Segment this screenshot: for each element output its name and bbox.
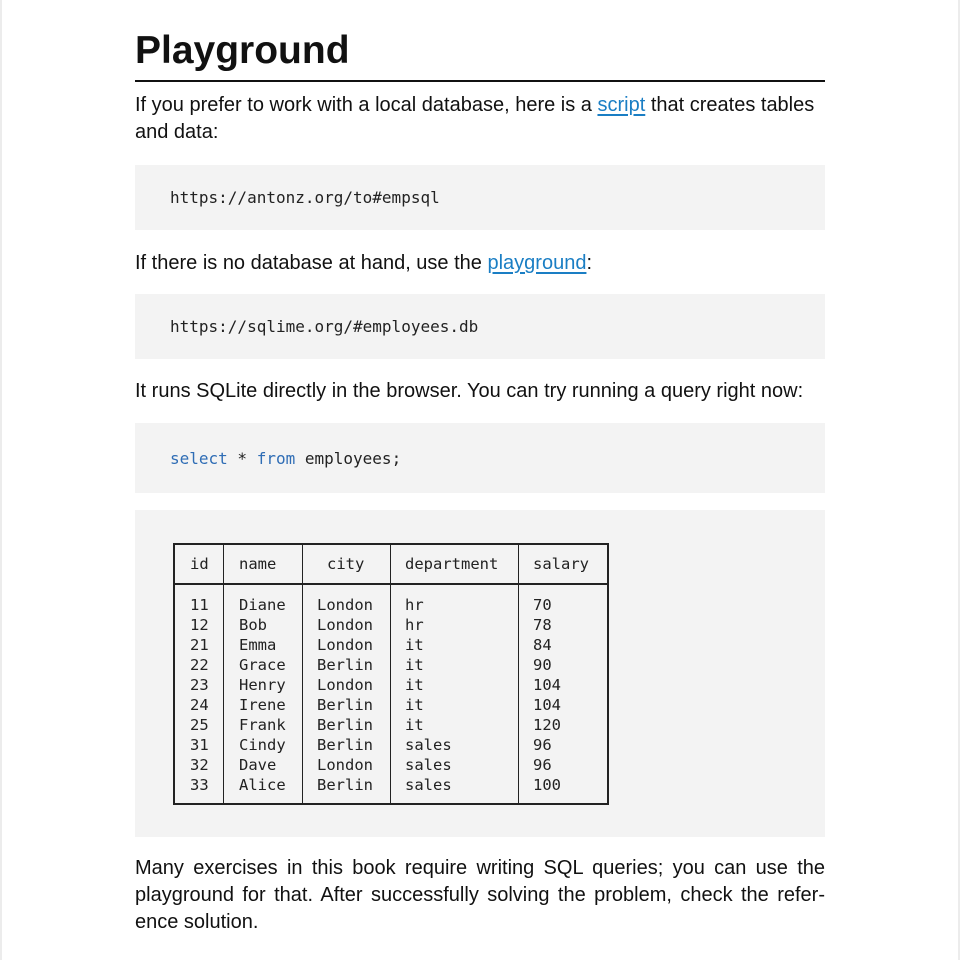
table-cell: 12: [190, 616, 209, 634]
table-cell: 96: [533, 736, 552, 754]
table-cell: 22: [190, 656, 209, 674]
table-cell: Berlin: [317, 776, 373, 794]
table-cell: 31: [190, 736, 209, 754]
table-cell: 90: [533, 656, 552, 674]
table-cell: London: [317, 616, 373, 634]
table-cell: hr: [405, 596, 424, 614]
table-cell: 78: [533, 616, 552, 634]
table-cell: sales: [405, 756, 452, 774]
playground-link[interactable]: playground: [487, 252, 586, 274]
sql-query: select * from employees;: [170, 449, 401, 468]
table-cell: Dave: [239, 756, 277, 774]
table-cell: 32: [190, 756, 209, 774]
table-cell: 100: [533, 776, 561, 794]
table-cell: Bob: [239, 616, 267, 634]
intro-paragraph: If you prefer to work with a local datab…: [135, 92, 825, 146]
column-name-cells: Diane Bob Emma Grace Henry Irene Frank C…: [224, 595, 303, 795]
table-cell: Diane: [239, 596, 286, 614]
table-cell: it: [405, 696, 424, 714]
column-header-department: department: [405, 555, 499, 573]
sql-star: *: [227, 449, 257, 468]
table-cell: 104: [533, 696, 561, 714]
table-cell: London: [317, 756, 373, 774]
column-header-salary: salary: [533, 555, 589, 573]
sql-keyword-select: select: [170, 449, 228, 468]
book-page: Playground If you prefer to work with a …: [0, 0, 960, 960]
query-result-block: id 11 12 21 22 23 24 25 31 32 33 name Di…: [135, 510, 825, 837]
table-cell: Emma: [239, 636, 277, 654]
table-cell: Alice: [239, 776, 286, 794]
column-header-id: id: [190, 555, 209, 573]
script-link[interactable]: script: [597, 94, 645, 116]
table-cell: London: [317, 596, 373, 614]
table-cell: sales: [405, 736, 452, 754]
table-cell: 25: [190, 716, 209, 734]
playground-text-before: If there is no database at hand, use the: [135, 252, 488, 274]
query-block: select * from employees;: [135, 423, 825, 493]
playground-url-block: https://sqlime.org/#employees.db: [135, 294, 825, 359]
sql-table: employees;: [295, 449, 402, 468]
column-id-cells: 11 12 21 22 23 24 25 31 32 33: [175, 595, 223, 795]
table-cell: 11: [190, 596, 209, 614]
table-cell: Berlin: [317, 716, 373, 734]
heading-rule: [135, 80, 825, 82]
table-cell: 24: [190, 696, 209, 714]
column-department-cells: hr hr it it it it it sales sales sales: [391, 595, 519, 795]
table-cell: London: [317, 676, 373, 694]
column-city-cells: London London London Berlin London Berli…: [303, 595, 391, 795]
playground-url: https://sqlime.org/#employees.db: [170, 317, 479, 336]
table-cell: 84: [533, 636, 552, 654]
section-heading: Playground: [135, 29, 350, 72]
table-cell: 33: [190, 776, 209, 794]
table-cell: 23: [190, 676, 209, 694]
table-cell: Berlin: [317, 736, 373, 754]
table-cell: hr: [405, 616, 424, 634]
column-header-name: name: [239, 555, 277, 573]
sqlite-paragraph: It runs SQLite directly in the browser. …: [135, 380, 804, 402]
script-url: https://antonz.org/to#empsql: [170, 188, 440, 207]
header-separator: [175, 583, 607, 585]
table-cell: 21: [190, 636, 209, 654]
table-cell: Berlin: [317, 696, 373, 714]
table-cell: Berlin: [317, 656, 373, 674]
column-header-city: city: [327, 555, 365, 573]
table-cell: it: [405, 676, 424, 694]
result-table: id 11 12 21 22 23 24 25 31 32 33 name Di…: [173, 543, 609, 805]
table-cell: Irene: [239, 696, 286, 714]
table-cell: it: [405, 656, 424, 674]
table-cell: 120: [533, 716, 561, 734]
sql-keyword-from: from: [256, 449, 296, 468]
table-cell: Grace: [239, 656, 286, 674]
table-cell: Cindy: [239, 736, 286, 754]
table-cell: London: [317, 636, 373, 654]
table-cell: Frank: [239, 716, 286, 734]
table-cell: 96: [533, 756, 552, 774]
table-cell: 70: [533, 596, 552, 614]
table-cell: Henry: [239, 676, 286, 694]
exercises-paragraph: Many exercises in this book require writ…: [135, 857, 825, 933]
playground-paragraph: If there is no database at hand, use the…: [135, 250, 825, 277]
table-cell: sales: [405, 776, 452, 794]
intro-text-before: If you prefer to work with a local datab…: [135, 94, 598, 116]
page-edge-left: [0, 0, 2, 960]
column-salary-cells: 70 78 84 90 104 104 120 96 96 100: [519, 595, 608, 795]
table-cell: it: [405, 716, 424, 734]
playground-text-after: :: [586, 252, 593, 274]
script-url-block: https://antonz.org/to#empsql: [135, 165, 825, 230]
table-cell: 104: [533, 676, 561, 694]
table-cell: it: [405, 636, 424, 654]
